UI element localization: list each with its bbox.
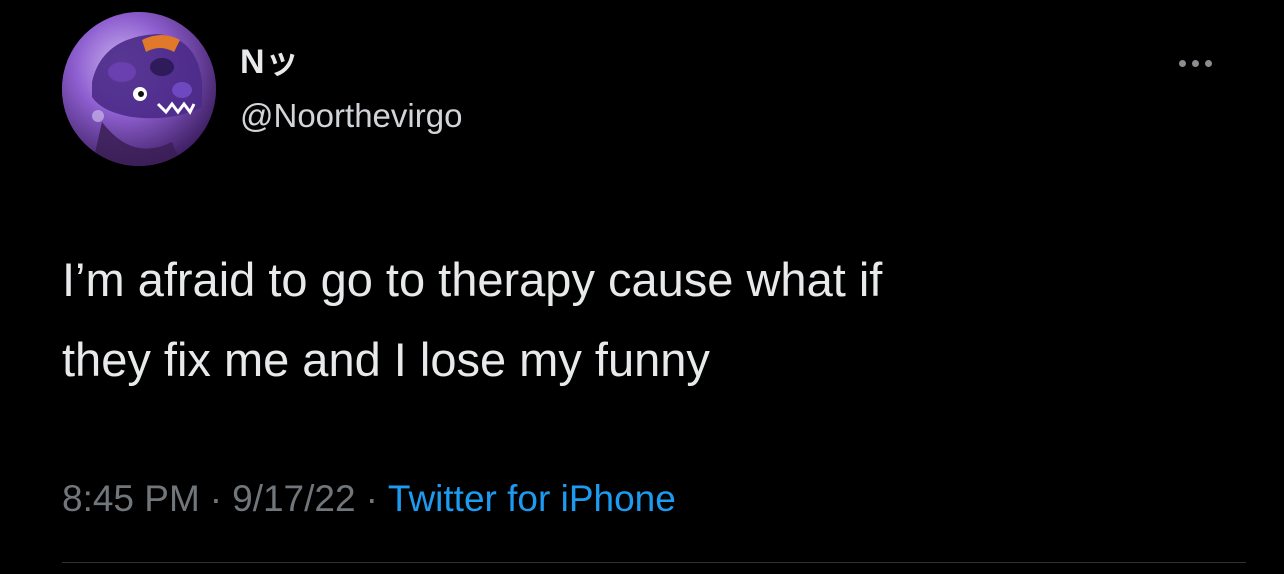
tweet-text-line: they fix me and I lose my funny <box>62 333 710 386</box>
tweet-date[interactable]: 9/17/22 <box>232 478 355 519</box>
user-handle[interactable]: @Noorthevirgo <box>240 96 462 136</box>
more-horizontal-icon[interactable] <box>1168 48 1222 78</box>
tweet-text: I’m afraid to go to therapy cause what i… <box>62 240 1242 400</box>
tweet-metadata: 8:45 PM · 9/17/22 · Twitter for iPhone <box>62 476 676 522</box>
more-dot <box>1204 59 1212 67</box>
divider <box>62 562 1246 563</box>
avatar[interactable] <box>62 12 216 166</box>
separator: · <box>209 478 223 519</box>
more-dot <box>1178 59 1186 67</box>
tweet-card: Nッ @Noorthevirgo I’m afraid to go to the… <box>0 0 1284 574</box>
tweet-time[interactable]: 8:45 PM <box>62 478 200 519</box>
tweet-text-line: I’m afraid to go to therapy cause what i… <box>62 253 883 306</box>
display-name[interactable]: Nッ <box>240 42 300 82</box>
avatar-image <box>62 12 216 166</box>
separator: · <box>365 478 378 519</box>
more-dot <box>1191 59 1199 67</box>
tweet-source-link[interactable]: Twitter for iPhone <box>388 478 676 519</box>
